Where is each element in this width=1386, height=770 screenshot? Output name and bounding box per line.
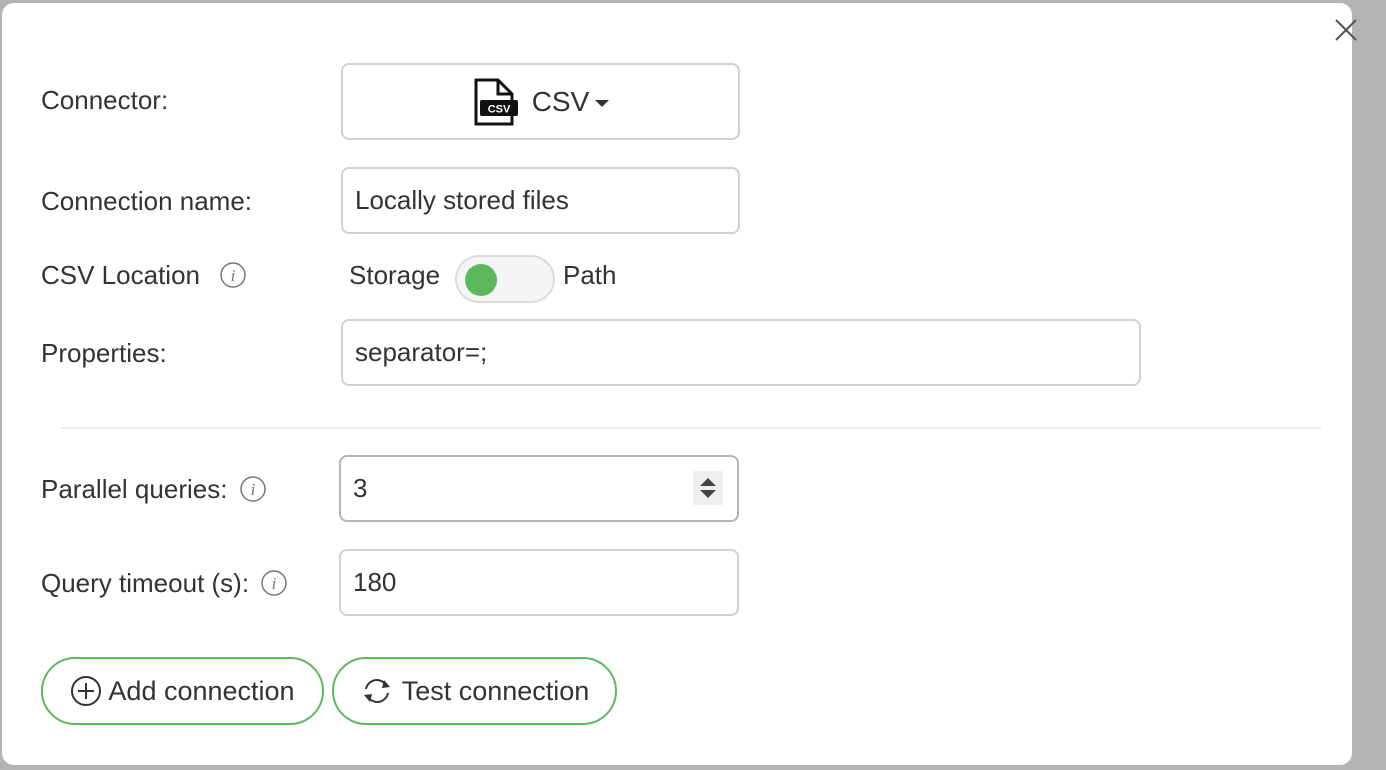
- parallel-queries-field[interactable]: [339, 455, 739, 522]
- connection-name-input[interactable]: [355, 185, 726, 216]
- connector-select[interactable]: CSV CSV: [341, 63, 740, 140]
- query-timeout-input[interactable]: [353, 567, 725, 598]
- parallel-queries-input[interactable]: [353, 473, 725, 504]
- svg-text:CSV: CSV: [487, 103, 510, 115]
- plus-circle-icon: [71, 676, 102, 706]
- connection-name-field[interactable]: [341, 167, 740, 234]
- properties-input[interactable]: [355, 337, 1127, 368]
- chevron-down-icon: [595, 100, 610, 107]
- add-connection-button[interactable]: Add connection: [41, 657, 324, 725]
- svg-text:i: i: [250, 480, 255, 499]
- info-icon[interactable]: i: [219, 261, 247, 289]
- svg-text:i: i: [272, 574, 277, 593]
- number-stepper[interactable]: [693, 471, 723, 505]
- csv-location-option-storage[interactable]: Storage: [349, 260, 440, 290]
- connector-label: Connector:: [41, 85, 169, 115]
- connector-selected-value: CSV: [531, 85, 590, 117]
- test-connection-label: Test connection: [401, 675, 590, 706]
- query-timeout-label: Query timeout (s): i: [41, 568, 288, 598]
- close-button[interactable]: [1332, 16, 1360, 44]
- info-icon[interactable]: i: [260, 569, 288, 597]
- close-icon: [1335, 19, 1357, 41]
- test-connection-button[interactable]: Test connection: [332, 657, 617, 725]
- properties-field[interactable]: [341, 319, 1141, 386]
- csv-location-option-path[interactable]: Path: [563, 260, 617, 290]
- parallel-queries-label: Parallel queries: i: [41, 474, 267, 504]
- info-icon[interactable]: i: [239, 475, 267, 503]
- csv-location-label: CSV Location i: [41, 260, 247, 290]
- properties-label: Properties:: [41, 338, 167, 368]
- query-timeout-label-text: Query timeout (s):: [41, 568, 250, 598]
- section-divider: [61, 427, 1321, 429]
- stepper-down-icon[interactable]: [700, 490, 716, 498]
- csv-file-icon: CSV: [474, 78, 518, 125]
- query-timeout-field[interactable]: [339, 549, 739, 616]
- connection-dialog: Connector: CSV CSV Connection name: CSV …: [2, 3, 1357, 765]
- parallel-queries-label-text: Parallel queries:: [41, 474, 228, 504]
- connection-name-label: Connection name:: [41, 186, 253, 216]
- csv-location-label-text: CSV Location: [41, 260, 200, 290]
- stepper-up-icon[interactable]: [700, 478, 716, 486]
- add-connection-label: Add connection: [108, 675, 295, 706]
- csv-location-toggle[interactable]: [455, 255, 555, 303]
- toggle-knob: [465, 264, 497, 296]
- refresh-icon: [363, 679, 390, 703]
- svg-text:i: i: [231, 266, 236, 285]
